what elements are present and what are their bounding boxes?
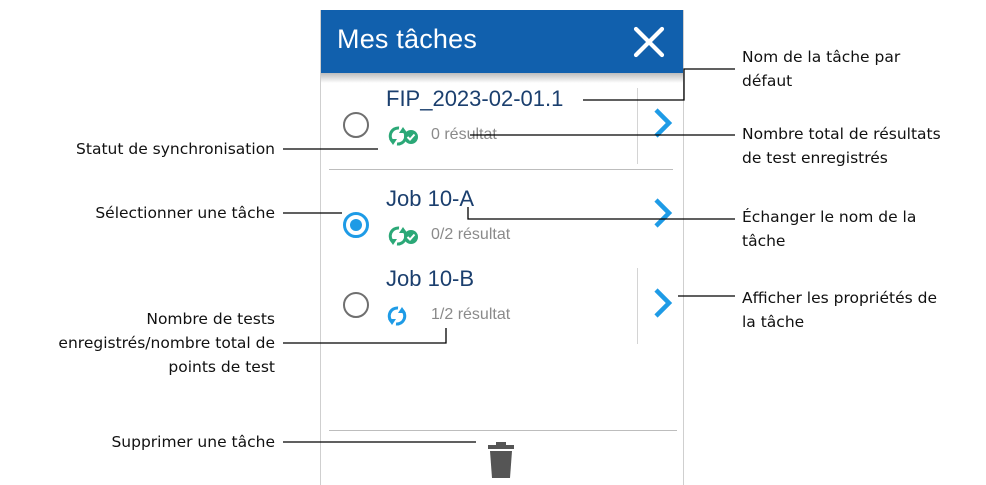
job-name: FIP_2023-02-01.1: [386, 86, 564, 111]
result-count: 1/2 résultat: [431, 306, 511, 323]
callout-text: Supprimer une tâche: [111, 433, 275, 451]
callout-sync-status: Statut de synchronisation: [76, 137, 275, 161]
job-radio[interactable]: [343, 292, 369, 318]
callout-text: Sélectionner une tâche: [95, 204, 275, 222]
panel-header: Mes tâches: [321, 10, 683, 73]
callout-select-job: Sélectionner une tâche: [95, 201, 275, 225]
callout-exchange-name: Échanger le nom de la tâche: [742, 205, 916, 253]
callout-text: Statut de synchronisation: [76, 140, 275, 158]
chevron-right-icon[interactable]: [651, 106, 675, 140]
job-row-10b[interactable]: Job 10-B 1/2 résultat: [321, 262, 683, 348]
callout-total-results: Nombre total de résultats de test enregi…: [742, 122, 941, 170]
job-row-10a[interactable]: Job 10-A 0/2 résultat: [321, 182, 683, 268]
callout-line: Afficher les propriétés de: [742, 289, 938, 307]
job-name: Job 10-B: [386, 266, 475, 291]
callout-line: Nombre de tests: [146, 310, 275, 328]
row-divider: [637, 268, 638, 344]
result-count: 0/2 résultat: [431, 226, 511, 243]
job-row-fip[interactable]: FIP_2023-02-01.1 0 résultat: [321, 82, 683, 168]
callout-line: la tâche: [742, 313, 805, 331]
chevron-right-icon[interactable]: [651, 286, 675, 320]
job-radio[interactable]: [343, 112, 369, 138]
callout-delete-job: Supprimer une tâche: [111, 430, 275, 454]
callout-line: Nombre total de résultats: [742, 125, 941, 143]
chevron-right-icon[interactable]: [651, 196, 675, 230]
sync-check-icon: [388, 226, 418, 246]
callout-show-properties: Afficher les propriétés de la tâche: [742, 286, 937, 334]
callout-line: points de test: [168, 358, 275, 376]
row-separator: [329, 169, 673, 170]
close-icon[interactable]: [631, 24, 667, 60]
callout-line: défaut: [742, 72, 793, 90]
result-count: 0 résultat: [431, 126, 497, 143]
panel-title: Mes tâches: [337, 24, 478, 54]
my-jobs-panel: Mes tâches FIP_2023-02-01.1 0 résultat J…: [320, 10, 684, 485]
callout-line: enregistrés/nombre total de: [58, 334, 275, 352]
callout-default-name: Nom de la tâche par défaut: [742, 45, 900, 93]
toolbar-separator: [329, 430, 677, 431]
callout-tests-count: Nombre de tests enregistrés/nombre total…: [58, 307, 275, 379]
job-radio-selected[interactable]: [343, 212, 369, 238]
callout-line: de test enregistrés: [742, 149, 888, 167]
sync-check-icon: [388, 126, 418, 146]
trash-icon[interactable]: [487, 442, 515, 478]
callout-line: Échanger le nom de la: [742, 208, 917, 226]
row-divider: [637, 88, 638, 164]
job-name: Job 10-A: [386, 186, 475, 211]
callout-line: Nom de la tâche par: [742, 48, 901, 66]
callout-line: tâche: [742, 232, 786, 250]
sync-pending-icon: [387, 306, 407, 326]
